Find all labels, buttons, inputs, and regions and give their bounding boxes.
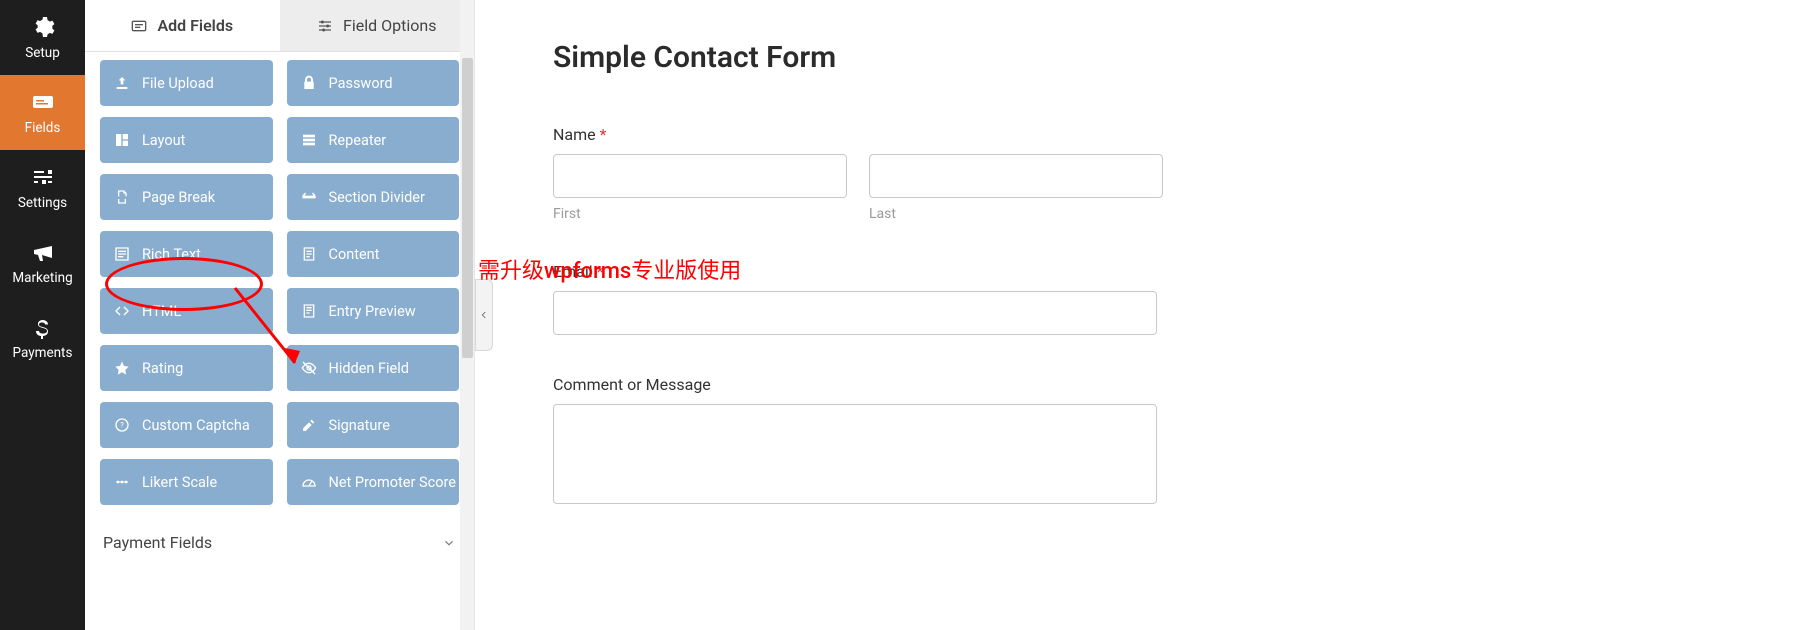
field-label: Page Break bbox=[142, 189, 215, 206]
tab-field-options[interactable]: Field Options bbox=[280, 0, 475, 51]
field-label: HTML bbox=[142, 303, 181, 320]
code-icon bbox=[114, 303, 130, 319]
panel-scrollbar-track[interactable] bbox=[460, 0, 474, 630]
email-input[interactable] bbox=[553, 291, 1157, 335]
panel-scrollbar-thumb[interactable] bbox=[462, 58, 473, 358]
megaphone-icon bbox=[31, 240, 55, 264]
last-name-input[interactable] bbox=[869, 154, 1163, 198]
nav-setup[interactable]: Setup bbox=[0, 0, 85, 75]
form-preview: Simple Contact Form Name * First Last Em… bbox=[493, 0, 1811, 630]
field-likert[interactable]: Likert Scale bbox=[100, 459, 273, 505]
field-hidden[interactable]: Hidden Field bbox=[287, 345, 460, 391]
required-asterisk: * bbox=[600, 125, 607, 144]
divider-icon bbox=[301, 189, 317, 205]
star-icon bbox=[114, 360, 130, 376]
hidden-icon bbox=[301, 360, 317, 376]
field-label: Content bbox=[329, 246, 380, 263]
field-html[interactable]: HTML bbox=[100, 288, 273, 334]
nps-icon bbox=[301, 474, 317, 490]
gear-icon bbox=[31, 15, 55, 39]
panel-tabs: Add Fields Field Options bbox=[85, 0, 474, 52]
likert-icon bbox=[114, 474, 130, 490]
form-title: Simple Contact Form bbox=[553, 40, 1751, 75]
field-file-upload[interactable]: File Upload bbox=[100, 60, 273, 106]
pagebreak-icon bbox=[114, 189, 130, 205]
fields-panel: Add Fields Field Options File Upload Pas… bbox=[85, 0, 475, 630]
tab-field-options-label: Field Options bbox=[343, 16, 436, 35]
tab-add-fields[interactable]: Add Fields bbox=[85, 0, 280, 51]
upload-icon bbox=[114, 75, 130, 91]
field-content[interactable]: Content bbox=[287, 231, 460, 277]
nav-settings-label: Settings bbox=[18, 195, 67, 211]
field-label: Hidden Field bbox=[329, 360, 409, 377]
field-label: Layout bbox=[142, 132, 185, 149]
tab-add-fields-label: Add Fields bbox=[157, 16, 233, 35]
nav-payments[interactable]: Payments bbox=[0, 300, 85, 375]
sliders-icon bbox=[31, 165, 55, 189]
dollar-icon bbox=[31, 315, 55, 339]
first-name-sublabel: First bbox=[553, 206, 847, 222]
field-label: Entry Preview bbox=[329, 303, 416, 320]
comment-textarea[interactable] bbox=[553, 404, 1157, 504]
first-name-input[interactable] bbox=[553, 154, 847, 198]
field-rating[interactable]: Rating bbox=[100, 345, 273, 391]
field-label: Likert Scale bbox=[142, 474, 217, 491]
field-label: Repeater bbox=[329, 132, 387, 149]
field-label: Signature bbox=[329, 417, 390, 434]
captcha-icon: ? bbox=[114, 417, 130, 433]
name-row: First Last bbox=[553, 154, 1751, 222]
field-options-icon bbox=[317, 18, 333, 34]
field-label: Net Promoter Score bbox=[329, 474, 456, 491]
panel-collapse-column bbox=[475, 0, 493, 630]
panel-collapse-button[interactable] bbox=[475, 279, 493, 351]
field-entry-preview[interactable]: Entry Preview bbox=[287, 288, 460, 334]
field-label: Password bbox=[329, 75, 393, 92]
nav-setup-label: Setup bbox=[25, 45, 60, 61]
repeater-icon bbox=[301, 132, 317, 148]
chevron-left-icon bbox=[479, 310, 489, 320]
add-fields-icon bbox=[131, 18, 147, 34]
name-label: Name * bbox=[553, 125, 1751, 144]
field-repeater[interactable]: Repeater bbox=[287, 117, 460, 163]
field-password[interactable]: Password bbox=[287, 60, 460, 106]
field-rich-text[interactable]: Rich Text bbox=[100, 231, 273, 277]
comment-label: Comment or Message bbox=[553, 375, 1751, 394]
nav-marketing[interactable]: Marketing bbox=[0, 225, 85, 300]
field-page-break[interactable]: Page Break bbox=[100, 174, 273, 220]
required-asterisk: * bbox=[597, 262, 604, 281]
lock-icon bbox=[301, 75, 317, 91]
content-icon bbox=[301, 246, 317, 262]
nav-fields-label: Fields bbox=[25, 120, 61, 136]
field-signature[interactable]: Signature bbox=[287, 402, 460, 448]
primary-nav: Setup Fields Settings Marketing Payments bbox=[0, 0, 85, 630]
field-label: Section Divider bbox=[329, 189, 425, 206]
field-label: Custom Captcha bbox=[142, 417, 250, 434]
field-nps[interactable]: Net Promoter Score bbox=[287, 459, 460, 505]
layout-icon bbox=[114, 132, 130, 148]
field-section-divider[interactable]: Section Divider bbox=[287, 174, 460, 220]
signature-icon bbox=[301, 417, 317, 433]
preview-icon bbox=[301, 303, 317, 319]
payment-fields-section[interactable]: Payment Fields bbox=[103, 533, 456, 564]
nav-fields[interactable]: Fields bbox=[0, 75, 85, 150]
richtext-icon bbox=[114, 246, 130, 262]
svg-text:?: ? bbox=[120, 421, 124, 430]
field-layout[interactable]: Layout bbox=[100, 117, 273, 163]
nav-settings[interactable]: Settings bbox=[0, 150, 85, 225]
field-label: Rating bbox=[142, 360, 183, 377]
field-types-grid: File Upload Password Layout Repeater Pag… bbox=[85, 52, 474, 505]
field-custom-captcha[interactable]: ? Custom Captcha bbox=[100, 402, 273, 448]
form-icon bbox=[31, 90, 55, 114]
payment-fields-label: Payment Fields bbox=[103, 533, 212, 552]
field-label: File Upload bbox=[142, 75, 214, 92]
email-label: Email * bbox=[553, 262, 1751, 281]
nav-payments-label: Payments bbox=[13, 345, 73, 361]
field-label: Rich Text bbox=[142, 246, 201, 263]
chevron-down-icon bbox=[442, 536, 456, 550]
nav-marketing-label: Marketing bbox=[12, 270, 72, 286]
last-name-sublabel: Last bbox=[869, 206, 1163, 222]
